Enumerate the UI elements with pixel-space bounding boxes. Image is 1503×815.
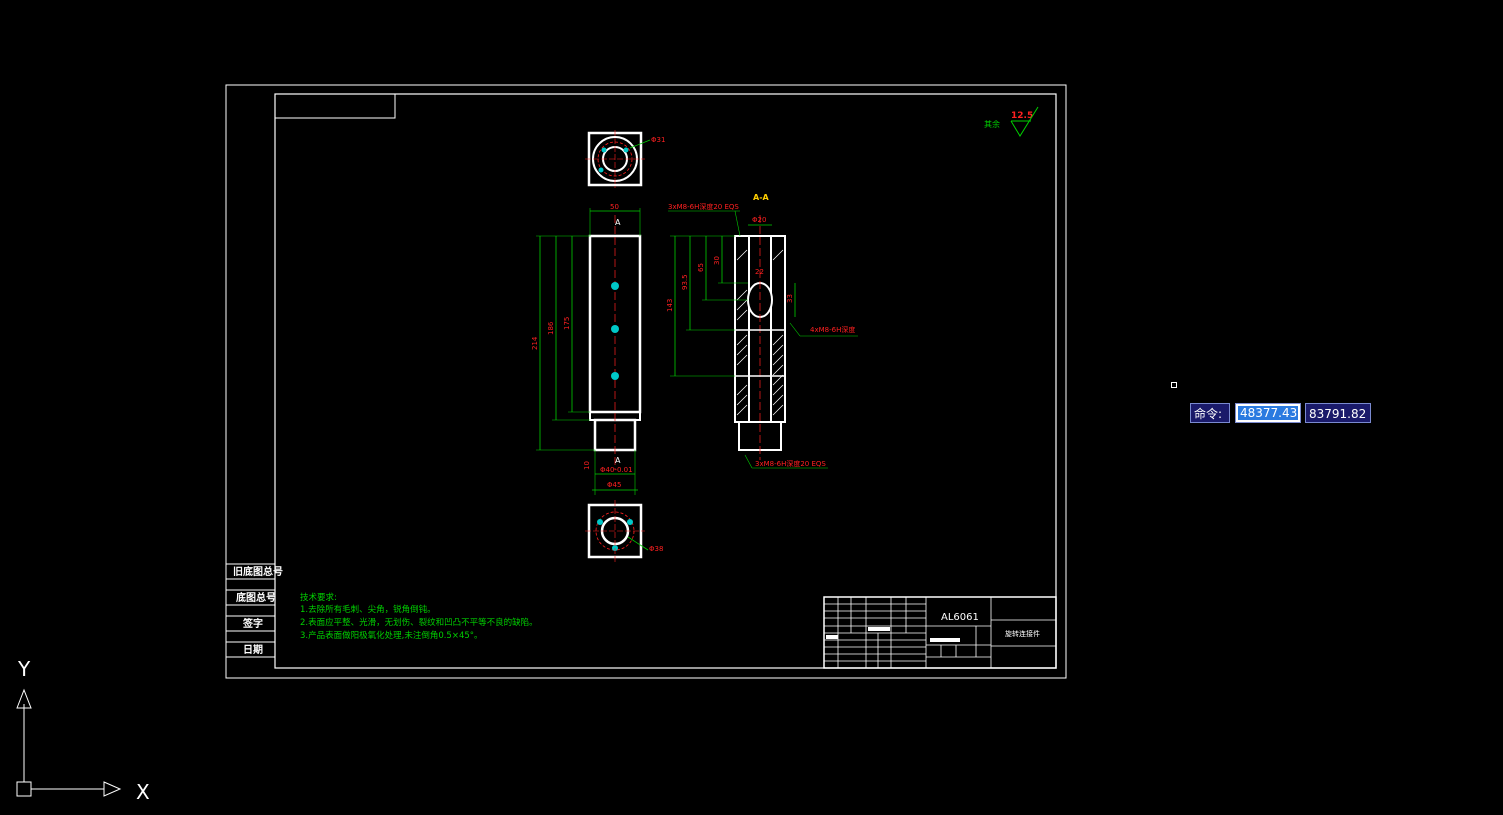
svg-text:Φ31: Φ31 (651, 136, 665, 144)
svg-text:Φ40-0.01: Φ40-0.01 (600, 466, 633, 474)
side-label-old-base-no: 旧底图总号 (233, 565, 283, 578)
bottom-view: Φ38 (585, 500, 663, 562)
svg-text:186: 186 (547, 321, 555, 335)
command-prompt-label: 命令: (1190, 403, 1230, 423)
svg-text:214: 214 (531, 336, 539, 350)
svg-text:Φ38: Φ38 (649, 545, 663, 553)
svg-text:Φ20: Φ20 (752, 216, 766, 224)
svg-text:2.表面应平整、光滑，无划伤、裂纹和凹凸不平等不良的缺陷。: 2.表面应平整、光滑，无划伤、裂纹和凹凸不平等不良的缺陷。 (300, 617, 538, 628)
title-block-part-name: 旋转连接件 (1005, 629, 1040, 638)
svg-text:A-A: A-A (753, 193, 770, 202)
svg-text:技术要求:: 技术要求: (300, 592, 337, 603)
svg-text:33: 33 (786, 294, 794, 303)
svg-text:143: 143 (666, 299, 674, 312)
svg-text:4xM8-6H深度: 4xM8-6H深度 (810, 325, 855, 334)
coordinate-x-value[interactable]: 48377.43 (1238, 406, 1298, 420)
svg-text:65: 65 (697, 263, 705, 272)
section-view-aa: A-A 143 93.5 65 30 Φ20 22 33 3xM8-6H深度20… (666, 193, 858, 469)
side-label-base-no: 底图总号 (236, 591, 276, 604)
side-label-date: 日期 (243, 643, 263, 656)
svg-text:其余: 其余 (984, 119, 1000, 129)
title-block-material: AL6061 (941, 612, 979, 623)
front-view: 50 A 214 186 175 Φ40-0.01 Φ45 10 A (531, 203, 642, 495)
svg-text:175: 175 (563, 317, 571, 330)
sheet-outer-border (225, 84, 1067, 679)
svg-text:1.去除所有毛刺、尖角，锐角倒钝。: 1.去除所有毛刺、尖角，锐角倒钝。 (300, 604, 436, 615)
svg-text:30: 30 (713, 256, 721, 265)
sheet-inner-frame (274, 93, 1057, 669)
svg-text:10: 10 (583, 461, 591, 470)
coordinate-x-input[interactable]: 48377.43 (1235, 403, 1301, 423)
svg-text:3.产品表面做阳极氧化处理,未注倒角0.5×45°。: 3.产品表面做阳极氧化处理,未注倒角0.5×45°。 (300, 630, 483, 641)
svg-text:A: A (615, 456, 621, 465)
technical-requirements: 技术要求: 1.去除所有毛刺、尖角，锐角倒钝。 2.表面应平整、光滑，无划伤、裂… (300, 592, 538, 641)
svg-text:Φ45: Φ45 (607, 481, 621, 489)
top-view: Φ31 (585, 130, 665, 188)
svg-text:93.5: 93.5 (681, 274, 689, 290)
svg-text:A: A (615, 218, 621, 227)
ucs-icon (16, 688, 122, 797)
ucs-y-label: Y (17, 657, 31, 681)
corner-code-box (274, 93, 396, 119)
crosshair-cursor (1171, 382, 1177, 388)
side-label-signature: 签字 (242, 617, 263, 630)
roughness-symbol: 其余 12.5 (984, 106, 1039, 137)
svg-text:22: 22 (755, 268, 764, 276)
svg-text:50: 50 (610, 203, 619, 211)
svg-text:3xM8-6H深度20 EQS: 3xM8-6H深度20 EQS (755, 459, 826, 468)
svg-text:3xM8-6H深度20 EQS: 3xM8-6H深度20 EQS (668, 202, 739, 211)
ucs-x-label: X (136, 780, 150, 804)
coordinate-y-input[interactable]: 83791.82 (1305, 403, 1371, 423)
